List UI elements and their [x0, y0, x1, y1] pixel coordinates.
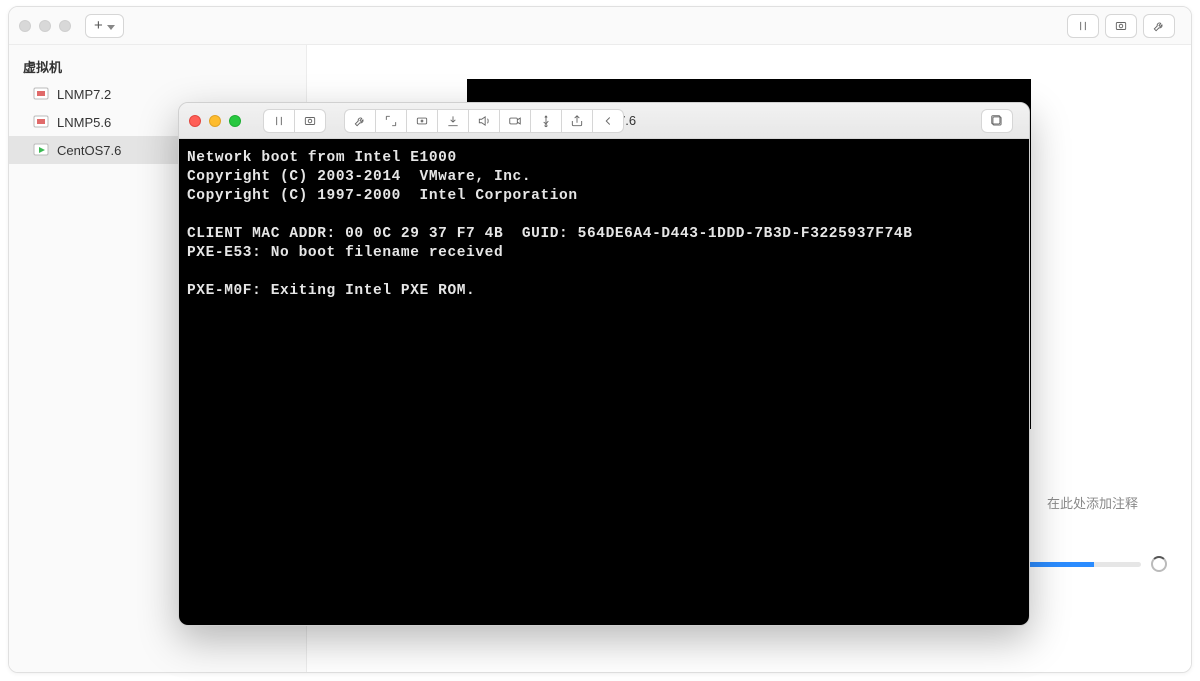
vm-snapshot-button[interactable] — [294, 109, 326, 133]
wrench-icon — [353, 114, 367, 128]
usb-icon — [539, 114, 553, 128]
vm-insert-button[interactable] — [437, 109, 468, 133]
snapshot-icon — [1114, 19, 1128, 33]
minimize-icon[interactable] — [209, 115, 221, 127]
snapshot-icon — [303, 114, 317, 128]
sidebar-item-label: LNMP5.6 — [57, 115, 111, 130]
vm-pause-button[interactable] — [263, 109, 294, 133]
vm-disk-button[interactable] — [406, 109, 437, 133]
spinner-icon — [1151, 556, 1167, 572]
vm-titlebar[interactable]: CentOS7.6 — [179, 103, 1029, 139]
close-icon[interactable] — [189, 115, 201, 127]
toolbar-snapshot-button[interactable] — [1105, 14, 1137, 38]
share-icon — [570, 114, 584, 128]
insert-icon — [446, 114, 460, 128]
toolbar-settings-button[interactable] — [1143, 14, 1175, 38]
vm-sound-button[interactable] — [468, 109, 499, 133]
zoom-icon[interactable] — [229, 115, 241, 127]
add-vm-button[interactable] — [85, 14, 124, 38]
camera-icon — [508, 114, 522, 128]
vm-back-button[interactable] — [592, 109, 624, 133]
vm-off-icon — [33, 86, 49, 102]
vm-expand-button[interactable] — [981, 109, 1013, 133]
vm-off-icon — [33, 114, 49, 130]
sound-icon — [477, 114, 491, 128]
vm-traffic-lights — [189, 115, 241, 127]
toolbar-pause-button[interactable] — [1067, 14, 1099, 38]
wrench-icon — [1152, 19, 1166, 33]
vm-device-toolbar — [344, 109, 624, 133]
vm-resize-button[interactable] — [375, 109, 406, 133]
close-icon[interactable] — [19, 20, 31, 32]
plus-icon — [94, 17, 103, 34]
vm-camera-button[interactable] — [499, 109, 530, 133]
pause-icon — [1076, 19, 1090, 33]
resize-icon — [384, 114, 398, 128]
sidebar-item-label: CentOS7.6 — [57, 143, 121, 158]
vm-left-tools — [189, 109, 624, 133]
vm-usb-button[interactable] — [530, 109, 561, 133]
library-titlebar — [9, 7, 1191, 45]
minimize-icon[interactable] — [39, 20, 51, 32]
chevron-down-icon — [103, 19, 115, 33]
vm-share-button[interactable] — [561, 109, 592, 133]
vm-console-output[interactable]: Network boot from Intel E1000 Copyright … — [179, 139, 1029, 625]
notes-placeholder[interactable]: 在此处添加注释 — [1047, 493, 1177, 512]
sidebar-title: 虚拟机 — [9, 51, 306, 80]
zoom-icon[interactable] — [59, 20, 71, 32]
progress-row — [1007, 556, 1167, 572]
vm-settings-button[interactable] — [344, 109, 375, 133]
pause-icon — [272, 114, 286, 128]
vm-console-window: CentOS7.6 Network boot from Intel E1000 … — [178, 102, 1030, 626]
expand-icon — [990, 114, 1004, 128]
sidebar-item-label: LNMP7.2 — [57, 87, 111, 102]
disk-icon — [415, 114, 429, 128]
back-icon — [601, 114, 615, 128]
library-traffic-lights — [19, 20, 71, 32]
vm-on-icon — [33, 142, 49, 158]
